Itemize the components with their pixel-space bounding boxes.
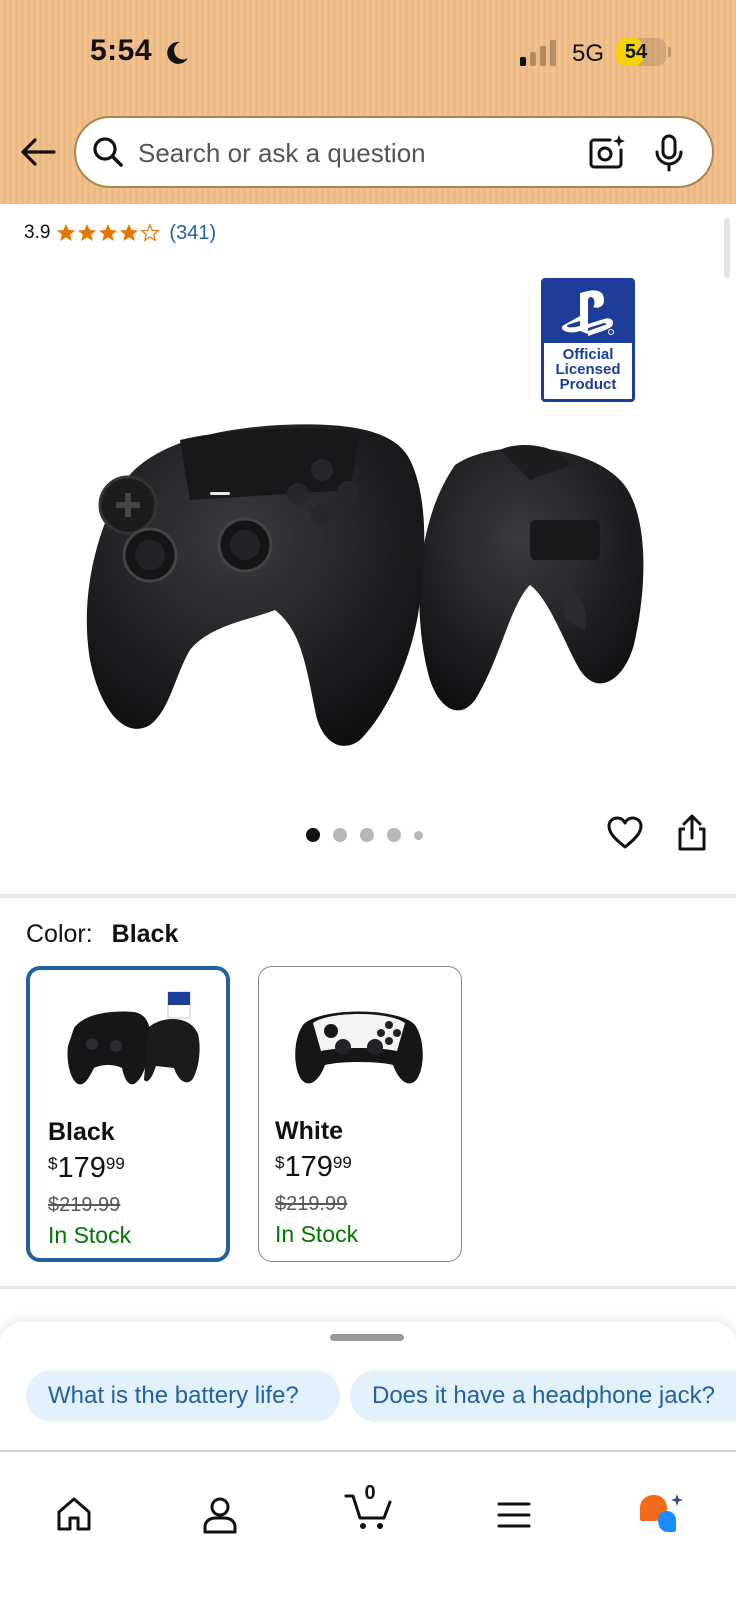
battery-percent: 54 [624,41,648,63]
color-label: Color: [26,920,93,948]
white-controller-thumbnail [295,1011,423,1084]
bottom-navigation: 0 [0,1450,736,1602]
selected-color: Black [111,920,179,948]
price-whole: 179 [284,1151,333,1183]
status-time: 5:54 [90,34,153,67]
moon-icon [167,41,188,64]
camera-search-icon[interactable] [588,134,626,172]
rufus-assistant-icon[interactable] [636,1492,684,1534]
option-list-price: $219.99 [48,1194,121,1216]
playstation-logo-area [544,281,632,343]
sheet-drag-handle[interactable] [330,1334,404,1341]
star-full-icon [120,224,139,241]
badge-line-2: Licensed [555,361,621,378]
product-image[interactable] [60,410,680,770]
suggestion-chip[interactable]: Does it have a headphone jack? [350,1370,736,1422]
rating-row[interactable]: 3.9 (341) [24,220,216,246]
search-icon [93,137,123,167]
battery-tip [668,47,671,57]
color-option-black[interactable]: Black $17999 $219.99 In Stock [26,966,230,1262]
carousel-dot[interactable] [360,828,374,842]
rating-stars [56,223,161,243]
carousel-dot[interactable] [333,828,347,842]
scrollbar [724,218,730,278]
share-icon[interactable] [676,814,708,852]
black-controller-thumbnail [67,991,200,1085]
search-placeholder: Search or ask a question [138,138,426,168]
option-list-price: $219.99 [275,1193,348,1215]
section-divider [0,894,736,898]
header-bar: 5:54 5G 54 Search or ask a question [0,0,736,204]
color-option-white[interactable]: White $17999 $219.99 In Stock [258,966,462,1262]
home-icon[interactable] [56,1496,92,1532]
rating-count-link[interactable]: (341) [169,222,216,245]
price-symbol: $ [275,1153,285,1172]
badge-text: Official Licensed Product [544,347,632,392]
carousel-dot[interactable] [414,830,423,840]
carousel-dot[interactable] [387,828,401,842]
option-name: Black [48,1118,115,1146]
badge-line-3: Product [559,376,617,393]
suggestion-chip[interactable]: What is the battery life? [26,1370,340,1422]
section-divider [0,1286,736,1289]
menu-icon[interactable] [496,1500,532,1530]
signal-icon [520,40,556,66]
heart-icon[interactable] [607,816,643,850]
option-price: $17999 [275,1151,352,1184]
playstation-logo-icon [561,290,614,336]
color-selector-label: Color: Black [26,920,178,949]
cart-count: 0 [364,1482,376,1504]
option-stock-status: In Stock [275,1221,359,1247]
microphone-icon[interactable] [654,134,684,172]
option-price: $17999 [48,1152,125,1185]
search-input[interactable]: Search or ask a question [74,116,714,188]
price-cents: 99 [332,1153,352,1172]
price-symbol: $ [48,1154,58,1173]
star-full-icon [57,224,76,241]
price-whole: 179 [57,1152,106,1184]
official-licensed-badge: Official Licensed Product [541,278,635,402]
price-cents: 99 [105,1154,125,1173]
star-full-icon [99,224,118,241]
star-full-icon [78,224,97,241]
account-icon[interactable] [202,1496,238,1534]
image-carousel-dots[interactable] [306,828,436,842]
battery-indicator: 54 [616,38,666,66]
network-type: 5G [572,40,605,67]
rating-value: 3.9 [24,222,51,243]
badge-line-1: Official [562,346,614,363]
star-empty-icon [140,223,161,242]
option-name: White [275,1117,344,1145]
option-stock-status: In Stock [48,1222,132,1248]
suggestion-sheet[interactable]: What is the battery life? Does it have a… [0,1322,736,1452]
carousel-dot[interactable] [306,828,320,842]
back-arrow-icon[interactable] [20,137,56,167]
